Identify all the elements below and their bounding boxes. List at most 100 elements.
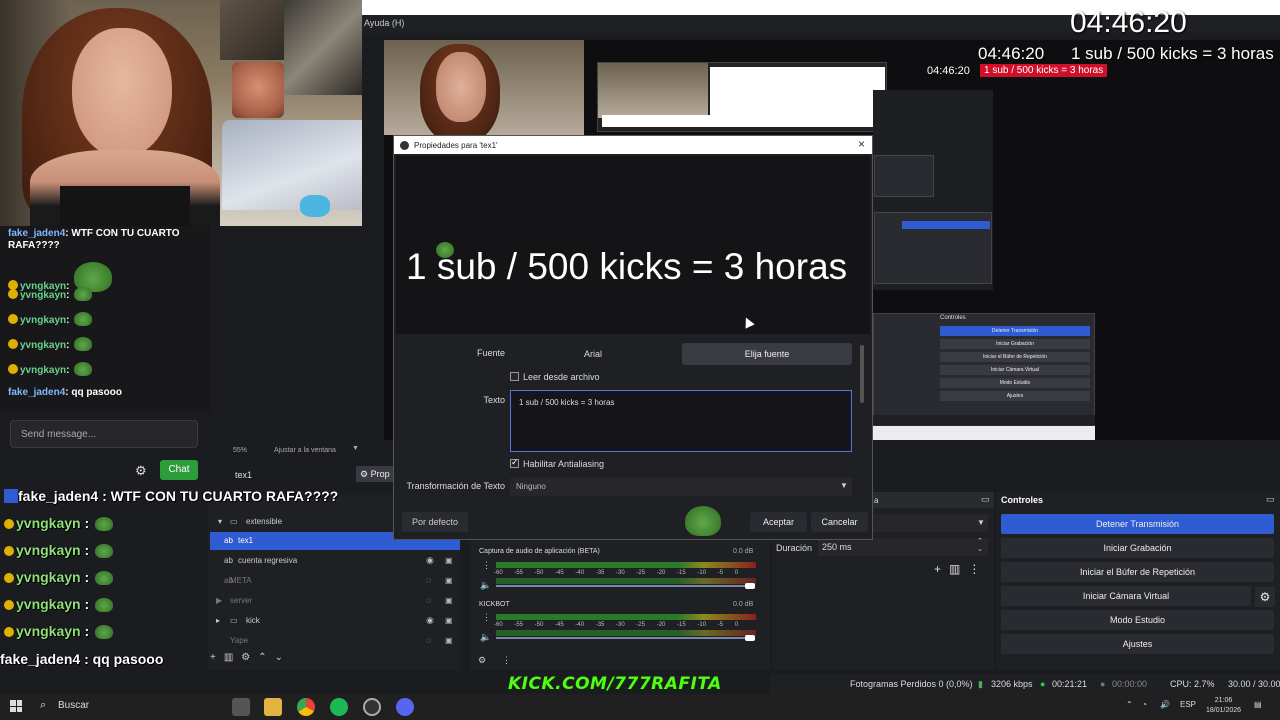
volume-slider-handle[interactable]	[745, 583, 755, 589]
taskbar-search[interactable]: Buscar	[38, 698, 228, 716]
chat-input[interactable]: Send message...	[10, 420, 198, 448]
transform-select[interactable]: Ninguno	[510, 478, 852, 496]
nested-control-button: Detener Transmisión	[940, 326, 1090, 336]
overlay-chat-text: qq pasooo	[92, 651, 164, 667]
obs-app-icon[interactable]	[363, 698, 381, 716]
fit-window-option[interactable]: Ajustar a la ventana	[274, 447, 336, 454]
more-icon[interactable]: ⋮	[968, 562, 988, 576]
accept-button[interactable]: Aceptar	[750, 512, 807, 532]
eye-hidden-icon[interactable]: ◌	[426, 575, 431, 585]
expand-icon[interactable]: ▾	[218, 517, 222, 526]
duration-field[interactable]: 250 ms	[818, 538, 988, 556]
dropped-frames: Fotogramas Perdidos 0 (0,0%)	[850, 679, 973, 689]
chevron-down-icon[interactable]: ▼	[352, 445, 359, 452]
lock-icon[interactable]: ▣	[445, 576, 453, 585]
source-label: kick	[246, 616, 260, 625]
undock-icon[interactable]: ▭	[981, 494, 990, 505]
volume-icon[interactable]: 🔊	[1160, 700, 1170, 709]
lock-icon[interactable]: ▣	[445, 596, 453, 605]
sub-badge-icon	[8, 339, 18, 349]
windows-start-icon[interactable]	[10, 700, 22, 712]
add-icon[interactable]: +	[210, 652, 224, 663]
scrollbar[interactable]	[860, 345, 864, 403]
choose-font-button[interactable]: Elija fuente	[682, 343, 852, 365]
zoom-level[interactable]: 55%	[233, 447, 247, 454]
stop-stream-button[interactable]: Detener Transmisión	[1001, 514, 1274, 534]
volume-meter	[496, 630, 756, 636]
source-label: cuenta regresiva	[238, 556, 298, 565]
add-icon[interactable]: +	[934, 562, 949, 576]
selected-source-tab[interactable]: tex1	[225, 467, 355, 483]
properties-button[interactable]: ⚙ Prop	[356, 466, 396, 482]
chevron-down-icon[interactable]: ▼	[840, 481, 848, 490]
speaker-icon[interactable]: 🔈	[480, 632, 491, 643]
notification-icon[interactable]: ▤	[1254, 700, 1262, 709]
chevron-up-icon[interactable]: ⌃	[258, 652, 274, 663]
gear-icon[interactable]: ⚙	[135, 463, 147, 479]
chat-username[interactable]: yvngkayn	[20, 365, 66, 376]
mixer-menu-icon[interactable]: ⋮	[502, 655, 511, 666]
language-indicator[interactable]: ESP	[1180, 700, 1196, 709]
chat-username[interactable]: fake_jaden4	[8, 228, 65, 239]
volume-slider[interactable]	[496, 585, 754, 587]
text-input[interactable]: 1 sub / 500 kicks = 3 horas	[510, 390, 852, 452]
speaker-icon[interactable]: 🔈	[480, 580, 491, 591]
chevron-down-icon[interactable]: ⌄	[275, 652, 291, 663]
gear-icon[interactable]: ⚙	[1255, 587, 1275, 607]
overlay-chat-message: yvngkayn :	[4, 542, 114, 558]
chat-username[interactable]: fake_jaden4	[8, 387, 65, 398]
close-icon[interactable]: ×	[858, 137, 865, 151]
nested-panel	[874, 155, 934, 197]
chat-username[interactable]: yvngkayn	[20, 315, 66, 326]
eye-hidden-icon[interactable]: ◌	[426, 635, 431, 645]
lock-icon[interactable]: ▣	[445, 636, 453, 645]
gear-icon[interactable]: ⚙	[478, 655, 486, 666]
default-button[interactable]: Por defecto	[402, 512, 468, 532]
studio-mode-button[interactable]: Modo Estudio	[1001, 610, 1274, 630]
chat-username[interactable]: yvngkayn	[20, 340, 66, 351]
eye-icon[interactable]: ◉	[426, 555, 434, 566]
lock-icon[interactable]: ▣	[445, 556, 453, 565]
stepper-icon[interactable]: ⌃ ⌄	[977, 538, 983, 554]
read-file-checkbox[interactable]	[510, 372, 519, 381]
volume-slider[interactable]	[496, 637, 754, 639]
virtual-camera-button[interactable]: Iniciar Cámara Virtual	[1001, 586, 1251, 606]
expand-icon[interactable]: ▸	[216, 616, 220, 625]
source-item[interactable]: Yape	[210, 632, 460, 650]
lock-icon[interactable]: ▣	[445, 616, 453, 625]
chrome-icon[interactable]	[297, 698, 315, 716]
tray-chevron-icon[interactable]: ⌃	[1126, 700, 1133, 709]
antialias-checkbox[interactable]	[510, 457, 519, 468]
source-item[interactable]: ▸ ▭ kick	[210, 612, 460, 630]
pepe-emote-icon	[95, 544, 114, 558]
taskbar-clock[interactable]: 21:06 18/01/2026	[1206, 696, 1241, 716]
overlay-chat-message: yvngkayn :	[4, 515, 114, 531]
spotify-icon[interactable]	[330, 698, 348, 716]
mixer-menu-icon[interactable]: ⋮	[482, 560, 491, 571]
source-item[interactable]: ab META	[210, 572, 460, 590]
cancel-button[interactable]: Cancelar	[811, 512, 868, 532]
source-item[interactable]: ab cuenta regresiva	[210, 552, 460, 570]
discord-icon[interactable]	[396, 698, 414, 716]
undock-icon[interactable]: ▭	[1266, 494, 1275, 505]
settings-button[interactable]: Ajustes	[1001, 634, 1274, 654]
chat-send-button[interactable]: Chat	[160, 460, 198, 480]
task-view-icon[interactable]	[232, 698, 250, 716]
chat-message: yvngkayn:	[8, 362, 93, 377]
mixer-menu-icon[interactable]: ⋮	[482, 612, 491, 623]
replay-buffer-button[interactable]: Iniciar el Búfer de Repetición	[1001, 562, 1274, 582]
trash-icon[interactable]: ▥	[949, 562, 968, 576]
chevron-down-icon[interactable]: ▼	[977, 518, 985, 527]
eye-hidden-icon[interactable]: ◌	[426, 595, 431, 605]
source-item[interactable]: ▶ server	[210, 592, 460, 610]
chat-username[interactable]: yvngkayn	[20, 290, 66, 301]
trash-icon[interactable]: ▥	[224, 652, 241, 663]
file-explorer-icon[interactable]	[264, 698, 282, 716]
volume-slider-handle[interactable]	[745, 635, 755, 641]
eye-icon[interactable]: ◉	[426, 615, 434, 626]
menu-item-help[interactable]: Ayuda (H)	[364, 18, 404, 28]
start-recording-button[interactable]: Iniciar Grabación	[1001, 538, 1274, 558]
recording-time: 00:00:00	[1112, 679, 1148, 689]
gear-icon[interactable]: ⚙	[241, 652, 258, 663]
wifi-icon[interactable]: ◔	[1142, 700, 1147, 709]
